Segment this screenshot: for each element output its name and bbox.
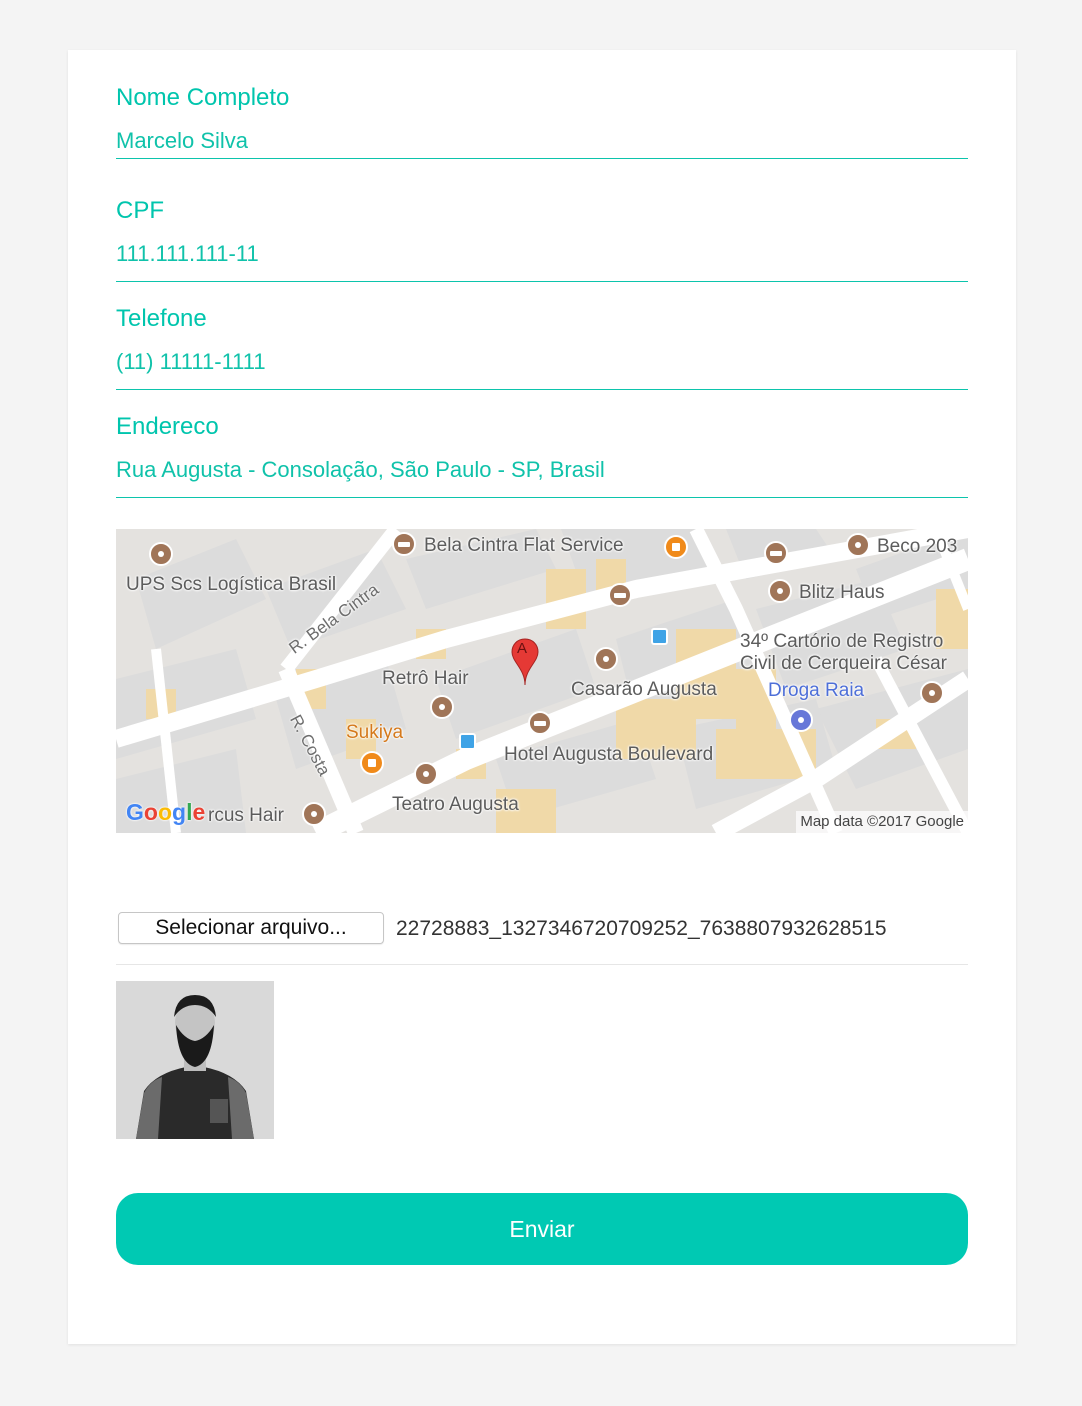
field-endereco: Endereco xyxy=(116,389,968,498)
theater-icon xyxy=(414,762,438,786)
map-label-cartorio-line2: Civil de Cerqueira César xyxy=(740,653,947,674)
person-photo xyxy=(116,981,274,1139)
form-card: Nome Completo CPF Telefone Endereco xyxy=(68,50,1016,1344)
photo-preview xyxy=(116,981,274,1139)
hotel-icon xyxy=(764,541,788,565)
map-label-ups: UPS Scs Logística Brasil xyxy=(126,574,337,595)
map-label-beco: Beco 203 xyxy=(877,536,958,557)
map-label-droga-raia: Droga Raia xyxy=(768,680,865,701)
poi-icon xyxy=(430,695,454,719)
map-label-cartorio-line1: 34º Cartório de Registro xyxy=(740,631,944,652)
map-label-blitz: Blitz Haus xyxy=(799,582,885,603)
endereco-input[interactable] xyxy=(116,457,968,483)
field-label: CPF xyxy=(116,197,164,224)
restaurant-icon xyxy=(664,535,688,559)
poi-icon xyxy=(768,579,792,603)
bus-stop-icon xyxy=(651,628,668,645)
telefone-input[interactable] xyxy=(116,349,968,375)
restaurant-icon xyxy=(360,751,384,775)
map-label-teatro: Teatro Augusta xyxy=(392,794,519,815)
field-cpf: CPF xyxy=(116,173,968,282)
museum-icon xyxy=(920,681,944,705)
cpf-input[interactable] xyxy=(116,241,968,267)
nome-completo-input[interactable] xyxy=(116,128,968,154)
google-logo: Google xyxy=(126,799,206,825)
map-label-retro: Retrô Hair xyxy=(382,668,469,689)
field-label: Nome Completo xyxy=(116,84,290,111)
field-label: Telefone xyxy=(116,305,207,332)
map-label-hair: rcus Hair xyxy=(208,805,285,826)
map-label-bela-cintra-flat: Bela Cintra Flat Service xyxy=(424,535,624,556)
field-label: Endereco xyxy=(116,413,219,440)
hotel-icon xyxy=(528,711,552,735)
poi-icon xyxy=(302,802,326,826)
hotel-icon xyxy=(392,532,416,556)
map-attribution[interactable]: Map data ©2017 Google xyxy=(796,811,968,833)
poi-icon xyxy=(594,647,618,671)
marker-letter: A xyxy=(517,640,528,657)
submit-button[interactable]: Enviar xyxy=(116,1193,968,1265)
pharmacy-icon xyxy=(789,708,813,732)
map-label-casarao: Casarão Augusta xyxy=(571,679,717,700)
map[interactable]: UPS Scs Logística Brasil Bela Cintra Fla… xyxy=(116,529,968,833)
field-nome-completo: Nome Completo xyxy=(116,50,968,159)
bus-stop-icon xyxy=(459,733,476,750)
file-input-row: Selecionar arquivo... 22728883_132734672… xyxy=(116,908,968,965)
field-telefone: Telefone xyxy=(116,281,968,390)
map-label-sukiya: Sukiya xyxy=(346,722,404,743)
poi-icon xyxy=(846,533,870,557)
hotel-icon xyxy=(608,583,632,607)
selected-file-name: 22728883_1327346720709252_76388079326285… xyxy=(396,918,887,939)
select-file-button[interactable]: Selecionar arquivo... xyxy=(118,912,384,944)
map-label-hotel: Hotel Augusta Boulevard xyxy=(504,744,714,765)
poi-icon xyxy=(149,542,173,566)
